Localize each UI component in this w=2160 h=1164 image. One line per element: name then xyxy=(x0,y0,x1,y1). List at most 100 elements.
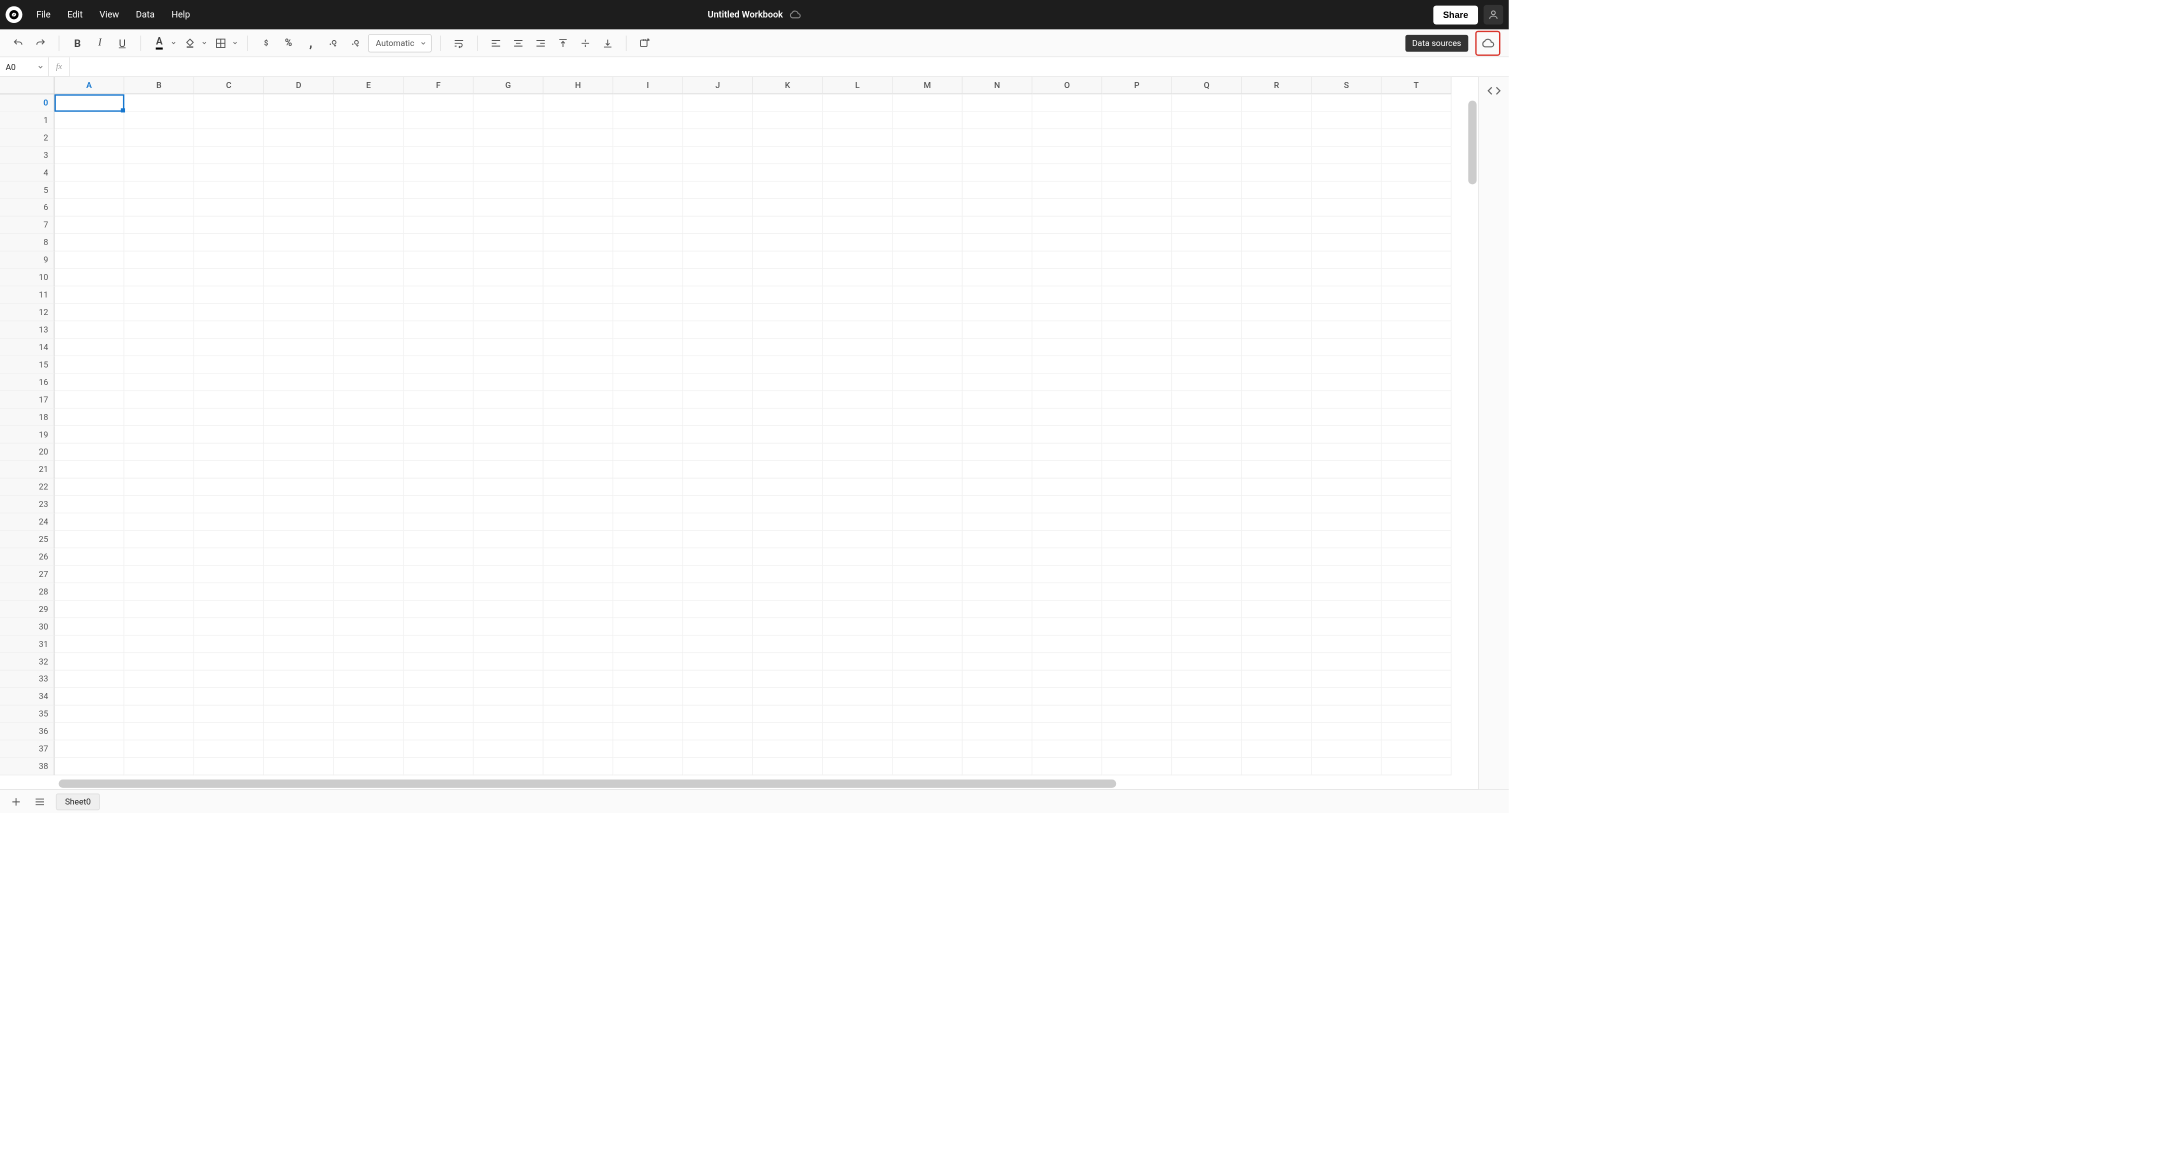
column-header[interactable]: Q xyxy=(1172,77,1242,94)
cell[interactable] xyxy=(613,426,683,443)
cell[interactable] xyxy=(1172,566,1242,583)
cell[interactable] xyxy=(124,217,194,234)
cell[interactable] xyxy=(683,601,753,618)
cell[interactable] xyxy=(893,339,963,356)
cell[interactable] xyxy=(823,164,893,181)
cell[interactable] xyxy=(54,496,124,513)
cell[interactable] xyxy=(54,705,124,722)
cell[interactable] xyxy=(1032,304,1102,321)
column-header[interactable]: M xyxy=(893,77,963,94)
cell[interactable] xyxy=(893,321,963,338)
cell[interactable] xyxy=(264,444,334,461)
cell[interactable] xyxy=(1172,356,1242,373)
cell-reference-box[interactable]: A0 xyxy=(0,57,49,76)
cell[interactable] xyxy=(753,147,823,164)
cell[interactable] xyxy=(124,688,194,705)
cell[interactable] xyxy=(613,374,683,391)
cell[interactable] xyxy=(54,94,124,111)
cell[interactable] xyxy=(1312,636,1382,653)
cell[interactable] xyxy=(264,286,334,303)
cell[interactable] xyxy=(543,304,613,321)
cell[interactable] xyxy=(1382,304,1452,321)
cell[interactable] xyxy=(893,426,963,443)
cell[interactable] xyxy=(823,339,893,356)
cell[interactable] xyxy=(264,496,334,513)
cell[interactable] xyxy=(683,513,753,530)
cell[interactable] xyxy=(334,513,404,530)
row-header[interactable]: 6 xyxy=(0,199,54,216)
cell[interactable] xyxy=(124,740,194,757)
cell[interactable] xyxy=(683,653,753,670)
cell[interactable] xyxy=(543,409,613,426)
cell[interactable] xyxy=(54,601,124,618)
cell[interactable] xyxy=(474,391,544,408)
cell[interactable] xyxy=(474,304,544,321)
cell[interactable] xyxy=(54,548,124,565)
cell[interactable] xyxy=(1242,636,1312,653)
vertical-scrollbar[interactable] xyxy=(1468,98,1476,778)
cell[interactable] xyxy=(474,356,544,373)
cell[interactable] xyxy=(1382,321,1452,338)
cell[interactable] xyxy=(753,321,823,338)
cell[interactable] xyxy=(1172,758,1242,775)
cell[interactable] xyxy=(404,636,474,653)
cell[interactable] xyxy=(1242,409,1312,426)
cell[interactable] xyxy=(264,164,334,181)
cell[interactable] xyxy=(963,374,1033,391)
add-sheet-button[interactable] xyxy=(8,794,23,809)
cell[interactable] xyxy=(1102,566,1172,583)
cell[interactable] xyxy=(1382,234,1452,251)
cell[interactable] xyxy=(1242,496,1312,513)
row-header[interactable]: 1 xyxy=(0,112,54,129)
cell[interactable] xyxy=(753,548,823,565)
cell[interactable] xyxy=(823,548,893,565)
row-header[interactable]: 18 xyxy=(0,409,54,426)
cell[interactable] xyxy=(963,356,1033,373)
cell[interactable] xyxy=(1382,356,1452,373)
cell[interactable] xyxy=(1172,339,1242,356)
cell[interactable] xyxy=(474,496,544,513)
cell[interactable] xyxy=(264,740,334,757)
cell[interactable] xyxy=(54,758,124,775)
cell[interactable] xyxy=(54,164,124,181)
cell[interactable] xyxy=(1242,426,1312,443)
cell[interactable] xyxy=(54,129,124,146)
cell[interactable] xyxy=(194,199,264,216)
cell[interactable] xyxy=(683,391,753,408)
cell[interactable] xyxy=(1172,234,1242,251)
cell[interactable] xyxy=(264,269,334,286)
cell[interactable] xyxy=(893,740,963,757)
cell[interactable] xyxy=(404,566,474,583)
cell[interactable] xyxy=(683,548,753,565)
cell[interactable] xyxy=(1102,461,1172,478)
cell[interactable] xyxy=(194,618,264,635)
cell[interactable] xyxy=(613,94,683,111)
row-header[interactable]: 29 xyxy=(0,601,54,618)
column-header[interactable]: H xyxy=(543,77,613,94)
cell[interactable] xyxy=(1032,374,1102,391)
column-header[interactable]: J xyxy=(683,77,753,94)
cell[interactable] xyxy=(1312,94,1382,111)
cell[interactable] xyxy=(194,426,264,443)
cell[interactable] xyxy=(753,583,823,600)
cell[interactable] xyxy=(124,758,194,775)
cell[interactable] xyxy=(543,740,613,757)
cell[interactable] xyxy=(264,147,334,164)
row-header[interactable]: 16 xyxy=(0,374,54,391)
cell[interactable] xyxy=(474,705,544,722)
cell[interactable] xyxy=(543,94,613,111)
cell[interactable] xyxy=(404,409,474,426)
cell[interactable] xyxy=(1032,426,1102,443)
cell[interactable] xyxy=(823,601,893,618)
row-header[interactable]: 14 xyxy=(0,339,54,356)
cell[interactable] xyxy=(1382,251,1452,268)
cell[interactable] xyxy=(124,129,194,146)
cell[interactable] xyxy=(404,444,474,461)
code-panel-button[interactable] xyxy=(1487,84,1501,98)
cell[interactable] xyxy=(124,356,194,373)
cell[interactable] xyxy=(1102,356,1172,373)
cell[interactable] xyxy=(124,566,194,583)
cell[interactable] xyxy=(1382,478,1452,495)
cell[interactable] xyxy=(1242,164,1312,181)
cell[interactable] xyxy=(543,723,613,740)
